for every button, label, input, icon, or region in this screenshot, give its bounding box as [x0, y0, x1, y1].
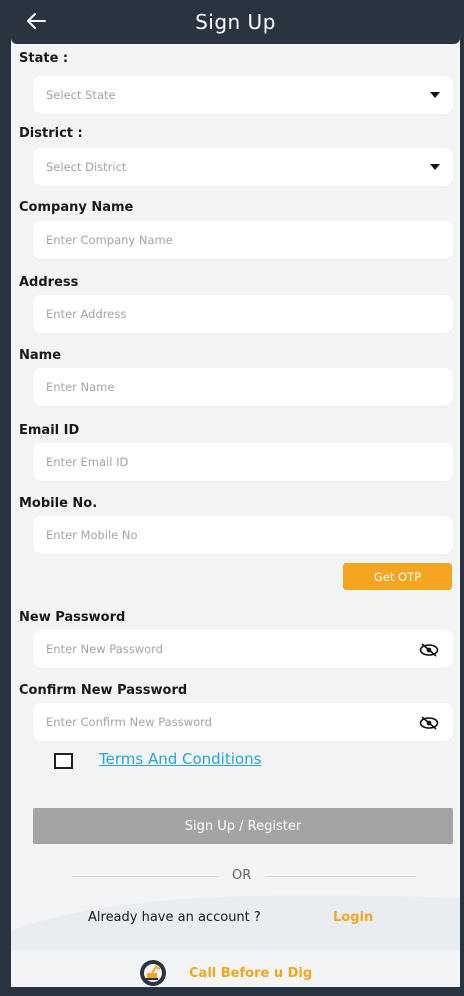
address-label: Address	[19, 275, 79, 290]
confirm-password-input[interactable]	[33, 703, 453, 741]
chevron-down-icon	[430, 164, 440, 170]
address-input[interactable]	[33, 295, 453, 333]
confirm-password-label: Confirm New Password	[19, 683, 188, 698]
state-label: State :	[19, 51, 69, 66]
name-input[interactable]	[33, 368, 453, 406]
district-select[interactable]: Select District	[33, 148, 453, 186]
new-password-wrapper	[33, 630, 453, 668]
confirm-password-wrapper	[33, 703, 453, 741]
get-otp-button[interactable]: Get OTP	[343, 563, 452, 590]
sign-up-register-button[interactable]: Sign Up / Register	[33, 808, 453, 844]
eye-off-icon[interactable]	[419, 715, 439, 730]
company-name-label: Company Name	[19, 200, 134, 215]
mobile-label: Mobile No.	[19, 496, 98, 511]
signup-screen: Sign Up State : Select State District : …	[11, 0, 460, 996]
already-account-text: Already have an account ?	[88, 910, 261, 925]
chevron-down-icon	[430, 92, 440, 98]
divider-left	[72, 876, 218, 877]
terms-link[interactable]: Terms And Conditions	[99, 750, 261, 768]
state-select[interactable]: Select State	[33, 76, 453, 114]
company-name-input[interactable]	[33, 221, 453, 259]
bottom-bar	[0, 987, 464, 996]
footer-brand-text: Call Before u Dig	[189, 966, 313, 981]
name-label: Name	[19, 348, 62, 363]
or-divider-label: OR	[232, 868, 252, 883]
district-placeholder: Select District	[46, 160, 127, 174]
email-label: Email ID	[19, 423, 80, 438]
terms-checkbox[interactable]	[54, 753, 73, 769]
app-bar: Sign Up	[11, 0, 460, 44]
email-input[interactable]	[33, 443, 453, 481]
login-link[interactable]: Login	[333, 910, 373, 925]
page-title: Sign Up	[195, 10, 276, 34]
divider-right	[266, 876, 416, 877]
district-label: District :	[19, 126, 83, 141]
mobile-input[interactable]	[33, 516, 453, 554]
new-password-input[interactable]	[33, 630, 453, 668]
eye-off-icon[interactable]	[419, 642, 439, 657]
state-placeholder: Select State	[46, 88, 116, 102]
new-password-label: New Password	[19, 610, 126, 625]
excavator-logo-icon	[138, 958, 168, 988]
